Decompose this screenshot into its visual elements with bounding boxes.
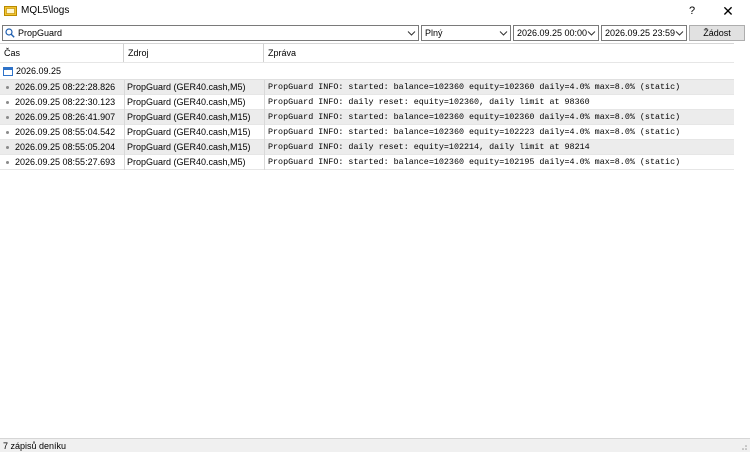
- column-separator: [124, 140, 125, 155]
- column-separator: [264, 125, 265, 140]
- column-separator: [264, 155, 265, 170]
- column-header-time[interactable]: Čas: [0, 44, 124, 62]
- column-separator: [264, 140, 265, 155]
- chevron-down-icon[interactable]: [587, 29, 596, 37]
- column-separator: [124, 110, 125, 125]
- bullet-icon: [6, 116, 9, 119]
- request-button[interactable]: Žádost: [689, 25, 745, 41]
- folder-icon: [4, 6, 17, 16]
- cell-time: 2026.09.25 08:22:30.123: [15, 97, 116, 107]
- column-separator: [264, 80, 265, 95]
- chevron-down-icon[interactable]: [499, 29, 508, 37]
- bullet-icon: [6, 131, 9, 134]
- table-row[interactable]: 2026.09.25 08:55:27.693 PropGuard (GER40…: [0, 155, 734, 170]
- cell-source: PropGuard (GER40.cash,M15): [127, 142, 251, 152]
- cell-message: PropGuard INFO: daily reset: equity=1023…: [268, 97, 590, 107]
- cell-source: PropGuard (GER40.cash,M5): [127, 97, 246, 107]
- bullet-icon: [6, 161, 9, 164]
- cell-message: PropGuard INFO: started: balance=102360 …: [268, 127, 681, 137]
- table-row[interactable]: 2026.09.25 08:55:04.542 PropGuard (GER40…: [0, 125, 734, 140]
- bullet-icon: [6, 101, 9, 104]
- vertical-scrollbar[interactable]: [734, 43, 750, 438]
- table-row[interactable]: 2026.09.25 08:22:28.826 PropGuard (GER40…: [0, 80, 734, 95]
- date-to-picker[interactable]: 2026.09.25 23:59: [601, 25, 687, 41]
- date-to-value: 2026.09.25 23:59: [605, 28, 676, 38]
- column-header-message[interactable]: Zpráva: [264, 44, 734, 62]
- column-separator: [264, 110, 265, 125]
- log-rows: 2026.09.25 08:22:28.826 PropGuard (GER40…: [0, 80, 734, 170]
- table-row[interactable]: 2026.09.25 08:22:30.123 PropGuard (GER40…: [0, 95, 734, 110]
- column-separator: [264, 95, 265, 110]
- chevron-down-icon[interactable]: [675, 29, 684, 37]
- search-combobox[interactable]: [2, 25, 419, 41]
- filter-level-value: Plný: [425, 28, 443, 38]
- bullet-icon: [6, 86, 9, 89]
- column-separator: [124, 95, 125, 110]
- header-divider: [0, 62, 734, 63]
- table-row[interactable]: 2026.09.25 08:55:05.204 PropGuard (GER40…: [0, 140, 734, 155]
- status-bar: 7 zápisů deníku: [0, 438, 750, 452]
- cell-time: 2026.09.25 08:26:41.907: [15, 112, 116, 122]
- cell-source: PropGuard (GER40.cash,M15): [127, 127, 251, 137]
- column-header-source[interactable]: Zdroj: [124, 44, 264, 62]
- log-table: Čas Zdroj Zpráva 2026.09.25 2026.09.25 0…: [0, 43, 750, 438]
- cell-time: 2026.09.25 08:55:05.204: [15, 142, 116, 152]
- date-group-row[interactable]: 2026.09.25: [0, 64, 734, 79]
- date-from-picker[interactable]: 2026.09.25 00:00: [513, 25, 599, 41]
- table-row[interactable]: 2026.09.25 08:26:41.907 PropGuard (GER40…: [0, 110, 734, 125]
- date-from-value: 2026.09.25 00:00: [517, 28, 588, 38]
- filter-toolbar: Plný 2026.09.25 00:00 2026.09.25 23:59 Ž…: [0, 23, 750, 43]
- cell-time: 2026.09.25 08:55:27.693: [15, 157, 116, 167]
- bullet-icon: [6, 146, 9, 149]
- cell-source: PropGuard (GER40.cash,M15): [127, 112, 251, 122]
- entry-count-status: 7 zápisů deníku: [3, 441, 67, 451]
- search-icon: [5, 28, 15, 38]
- cell-message: PropGuard INFO: started: balance=102360 …: [268, 112, 681, 122]
- title-bar: MQL5\logs ? ✕: [0, 0, 750, 22]
- resize-grip-icon[interactable]: [738, 441, 748, 451]
- cell-message: PropGuard INFO: started: balance=102360 …: [268, 157, 681, 167]
- cell-source: PropGuard (GER40.cash,M5): [127, 157, 246, 167]
- cell-time: 2026.09.25 08:22:28.826: [15, 82, 116, 92]
- help-button[interactable]: ?: [676, 0, 708, 22]
- cell-source: PropGuard (GER40.cash,M5): [127, 82, 246, 92]
- window-title: MQL5\logs: [21, 5, 70, 16]
- column-separator: [124, 155, 125, 170]
- column-separator: [124, 80, 125, 95]
- cell-message: PropGuard INFO: started: balance=102360 …: [268, 82, 681, 92]
- cell-message: PropGuard INFO: daily reset: equity=1022…: [268, 142, 590, 152]
- search-input[interactable]: [18, 27, 403, 39]
- chevron-down-icon[interactable]: [407, 29, 416, 37]
- column-separator: [124, 125, 125, 140]
- filter-level-select[interactable]: Plný: [421, 25, 511, 41]
- cell-time: 2026.09.25 08:55:04.542: [15, 127, 116, 137]
- close-button[interactable]: ✕: [712, 0, 744, 22]
- calendar-icon: [3, 67, 13, 76]
- date-group-label: 2026.09.25: [16, 66, 62, 76]
